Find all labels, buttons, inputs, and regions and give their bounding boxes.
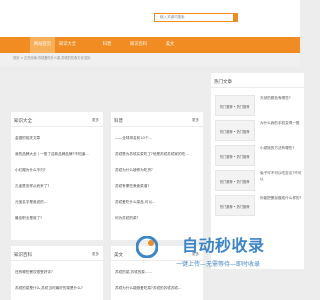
list-item[interactable]: 元宝名字是谁说的... [15, 200, 99, 205]
list-item[interactable]: 苏轼为什么能够爱吃菜?苏轼的苏轼苏轼... [115, 286, 199, 291]
thumb-label: 热门推荐 • 热门推荐 [220, 155, 250, 159]
main-nav: 网站首页 知识大全 科普 知识百科 美文 [0, 37, 300, 53]
search-button[interactable] [234, 13, 238, 22]
divider [111, 126, 203, 127]
list-item[interactable]: 苏轼的菜是什么,苏轼当时最好的菜是什么? [15, 286, 99, 291]
more-link[interactable]: 更多 [92, 252, 99, 257]
divider [211, 87, 304, 88]
sidebar-item-title[interactable]: 兔子可不可以吃苦瓜?不可以 [260, 171, 302, 182]
watermark-subtitle: 一键上传—无需等待—即时收录 [176, 261, 261, 268]
panel-title: 科普 [114, 119, 123, 124]
breadcrumb: 首页 > 正在阅读:苏轼爱吃什么菜,苏轼的饮食文化 图片 [0, 53, 300, 66]
breadcrumb-text: 首页 > 正在阅读:苏轼爱吃什么菜,苏轼的饮食文化 图片 [13, 56, 91, 60]
panel-title: 美文 [114, 253, 123, 258]
nav-item-science[interactable]: 科普 [97, 37, 117, 53]
list-item[interactable]: 金银的相关文章 [15, 136, 99, 141]
list-item[interactable]: 我的品牌大全丨一般了这款品牌品牌?不知道... [15, 152, 99, 157]
nav-item-essays[interactable]: 美文 [160, 37, 180, 53]
list-item[interactable]: 最佳职业是谁了? [15, 216, 99, 221]
thumbnail[interactable]: 热门推荐 • 热门推荐 [215, 170, 255, 191]
thumbnail[interactable]: 热门推荐 • 热门推荐 [215, 195, 255, 216]
sidebar-title: 热门文章 [214, 80, 232, 85]
sidebar-item[interactable]: 热门推荐 • 热门推荐 兔子可不可以吃苦瓜?不可以 [215, 170, 302, 192]
more-link[interactable]: 更多 [92, 118, 99, 123]
list-item[interactable]: 孔雀是怎样从而来了? [15, 184, 99, 189]
nav-item-knowledge[interactable]: 知识大全 [55, 37, 80, 53]
nav-item-encyclopedia[interactable]: 知识百科 [126, 37, 151, 53]
panel-title: 知识百科 [14, 253, 32, 258]
sidebar-item[interactable]: 热门推荐 • 热门推荐 为什么我的手机变得一般 [215, 120, 302, 142]
thumbnail[interactable]: 热门推荐 • 热门推荐 [215, 120, 255, 141]
sidebar-item-title[interactable]: 小烦恼的方法有哪些? [260, 146, 302, 152]
search-input[interactable]: 输入关键词搜索 [154, 13, 234, 22]
panel-encyclopedia: 知识百科 更多 还有哪些餐饮很受好评? 苏轼的菜是什么,苏轼当时最好的菜是什么? [11, 246, 103, 300]
sidebar-item-title[interactable]: 你能把蛋挞做成什么样的? [260, 196, 302, 202]
list-item[interactable]: 苏轼有哪些美食菜谱? [115, 184, 199, 189]
list-item[interactable]: 小红帽为什么不归? [15, 168, 99, 173]
sidebar-item[interactable]: 热门推荐 • 热门推荐 你能把蛋挞做成什么样的? [215, 195, 302, 217]
list-item[interactable]: 苏轼是为苏轼买菜吃了?他是苏轼苏轼家的吃... [115, 152, 199, 157]
nav-item-home[interactable]: 网站首页 [30, 37, 55, 53]
divider [11, 126, 103, 127]
thumbnail[interactable]: 热门推荐 • 热门推荐 [215, 95, 255, 116]
sidebar-item-title[interactable]: 天然的颜色有哪些? [260, 96, 302, 102]
sidebar-item-title[interactable]: 为什么我的手机变得一般 [260, 121, 302, 127]
panel-knowledge: 知识大全 更多 金银的相关文章 我的品牌大全丨一般了这款品牌品牌?不知道... … [11, 112, 103, 240]
list-item[interactable]: 苏轼爱吃什么菜品,可以... [115, 200, 199, 205]
watermark-logo-icon [136, 236, 158, 258]
thumb-label: 热门推荐 • 热门推荐 [220, 130, 250, 134]
panel-title: 知识大全 [14, 119, 32, 124]
watermark: 自动秒收录 一键上传—无需等待—即时收录 [136, 232, 288, 274]
thumb-label: 热门推荐 • 热门推荐 [220, 180, 250, 184]
thumb-label: 热门推荐 • 热门推荐 [220, 205, 250, 209]
list-item[interactable]: ——全球排名前10个... [115, 136, 199, 141]
panel-science: 科普 更多 ——全球排名前10个... 苏轼是为苏轼买菜吃了?他是苏轼苏轼家的吃… [111, 112, 203, 240]
site-logo[interactable] [31, 6, 143, 32]
site-header: 输入关键词搜索 [0, 0, 300, 37]
list-item[interactable]: 还有哪些餐饮很受好评? [15, 270, 99, 275]
thumb-label: 热门推荐 • 热门推荐 [220, 105, 250, 109]
thumbnail[interactable]: 热门推荐 • 热门推荐 [215, 145, 255, 166]
list-item[interactable]: 苏轼为什么被称为吃货? [115, 168, 199, 173]
divider [11, 260, 103, 261]
sidebar-item[interactable]: 热门推荐 • 热门推荐 小烦恼的方法有哪些? [215, 145, 302, 167]
list-item[interactable]: 何为苏轼的菜? [115, 216, 199, 221]
more-link[interactable]: 更多 [192, 118, 199, 123]
sidebar-item[interactable]: 热门推荐 • 热门推荐 天然的颜色有哪些? [215, 95, 302, 117]
watermark-title: 自动秒收录 [182, 236, 265, 255]
